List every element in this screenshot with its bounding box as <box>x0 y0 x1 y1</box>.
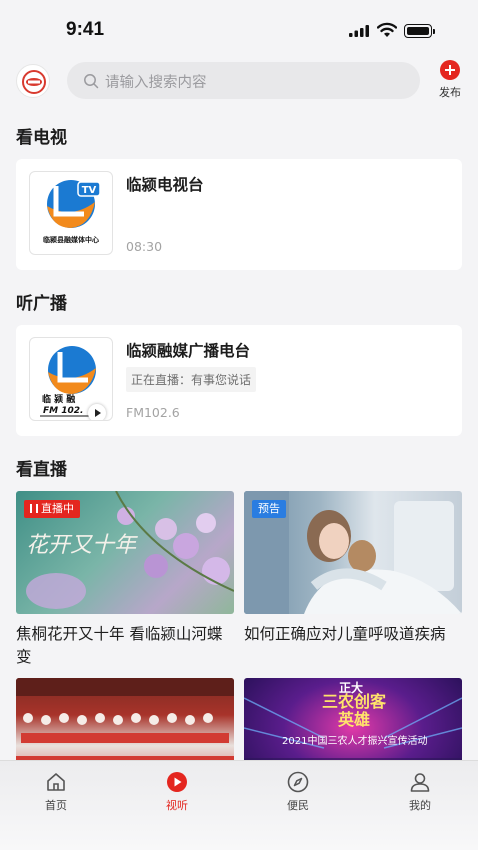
plus-icon <box>440 60 460 80</box>
tab-media-label: 视听 <box>166 799 188 812</box>
search-placeholder: 请输入搜索内容 <box>105 75 207 91</box>
battery-icon <box>404 24 435 38</box>
radio-channel-card[interactable]: 临 颍 融 FM 102. 临颍融媒广播电台 正在直播：有事您说话 FM102.… <box>16 325 462 436</box>
search-icon <box>84 74 99 89</box>
radio-logo-frequency: FM 102. <box>43 406 84 416</box>
play-icon <box>167 772 187 792</box>
section-title-tv: 看电视 <box>16 128 67 148</box>
video-thumbnail: 直播中 花开又十年 <box>16 491 234 614</box>
tab-profile-label: 我的 <box>409 799 431 812</box>
thumbnail-subtitle: 2021中国三农人才振兴宣传活动 <box>282 736 428 747</box>
tv-channel-title: 临颍电视台 <box>126 176 204 194</box>
radio-logo: 临 颍 融 FM 102. <box>29 337 113 421</box>
video-card[interactable]: 直播中 花开又十年 焦桐花开又十年 看临颍山河蝶变 <box>16 491 234 669</box>
video-thumbnail: 预告 <box>244 491 462 614</box>
header: 请输入搜索内容 发布 <box>0 60 478 104</box>
preview-badge: 预告 <box>252 500 286 518</box>
tab-services-label: 便民 <box>287 799 309 812</box>
tab-bar: 首页 视听 便民 我的 <box>0 760 478 850</box>
status-time: 9:41 <box>66 19 105 40</box>
publish-button[interactable]: 发布 <box>434 60 466 104</box>
video-title: 焦桐花开又十年 看临颍山河蝶变 <box>16 625 223 666</box>
cellular-signal-icon <box>349 25 369 37</box>
tab-home[interactable]: 首页 <box>26 771 86 813</box>
live-badge-label: 直播中 <box>41 502 74 515</box>
search-input[interactable]: 请输入搜索内容 <box>67 62 420 99</box>
publish-label: 发布 <box>439 86 461 99</box>
tv-channel-time: 08:30 <box>126 239 163 254</box>
section-title-live: 看直播 <box>16 460 67 480</box>
radio-frequency: FM102.6 <box>126 405 180 420</box>
live-bars-icon <box>30 504 38 513</box>
tv-logo: TV 临颍县融媒体中心 <box>29 171 113 255</box>
avatar[interactable] <box>16 64 50 98</box>
compass-icon <box>287 771 309 793</box>
tab-services[interactable]: 便民 <box>268 771 328 813</box>
tab-profile[interactable]: 我的 <box>390 771 450 813</box>
station-logo-icon <box>22 70 46 94</box>
thumbnail-caption: 花开又十年 <box>26 533 137 558</box>
tab-media[interactable]: 视听 <box>147 771 207 813</box>
video-title: 如何正确应对儿童呼吸道疾病 <box>244 625 446 643</box>
play-icon[interactable] <box>88 404 106 420</box>
tv-logo-caption: 临颍县融媒体中心 <box>43 236 99 244</box>
radio-channel-title: 临颍融媒广播电台 <box>126 342 251 360</box>
user-icon <box>410 773 430 792</box>
section-title-radio: 听广播 <box>16 294 67 314</box>
svg-text:TV: TV <box>82 185 97 196</box>
live-badge: 直播中 <box>24 500 80 518</box>
home-icon <box>47 773 65 791</box>
wifi-icon <box>377 22 397 37</box>
video-card[interactable]: 预告 如何正确应对儿童呼吸道疾病 <box>244 491 462 646</box>
status-bar: 9:41 <box>0 0 478 56</box>
tv-channel-card[interactable]: TV 临颍县融媒体中心 临颍电视台 08:30 <box>16 159 462 270</box>
thumbnail-caption: 三农创客英雄 <box>321 692 386 729</box>
tab-home-label: 首页 <box>45 799 67 812</box>
now-playing-tag: 正在直播：有事您说话 <box>126 367 257 392</box>
radio-logo-caption: 临 颍 融 <box>42 395 76 405</box>
